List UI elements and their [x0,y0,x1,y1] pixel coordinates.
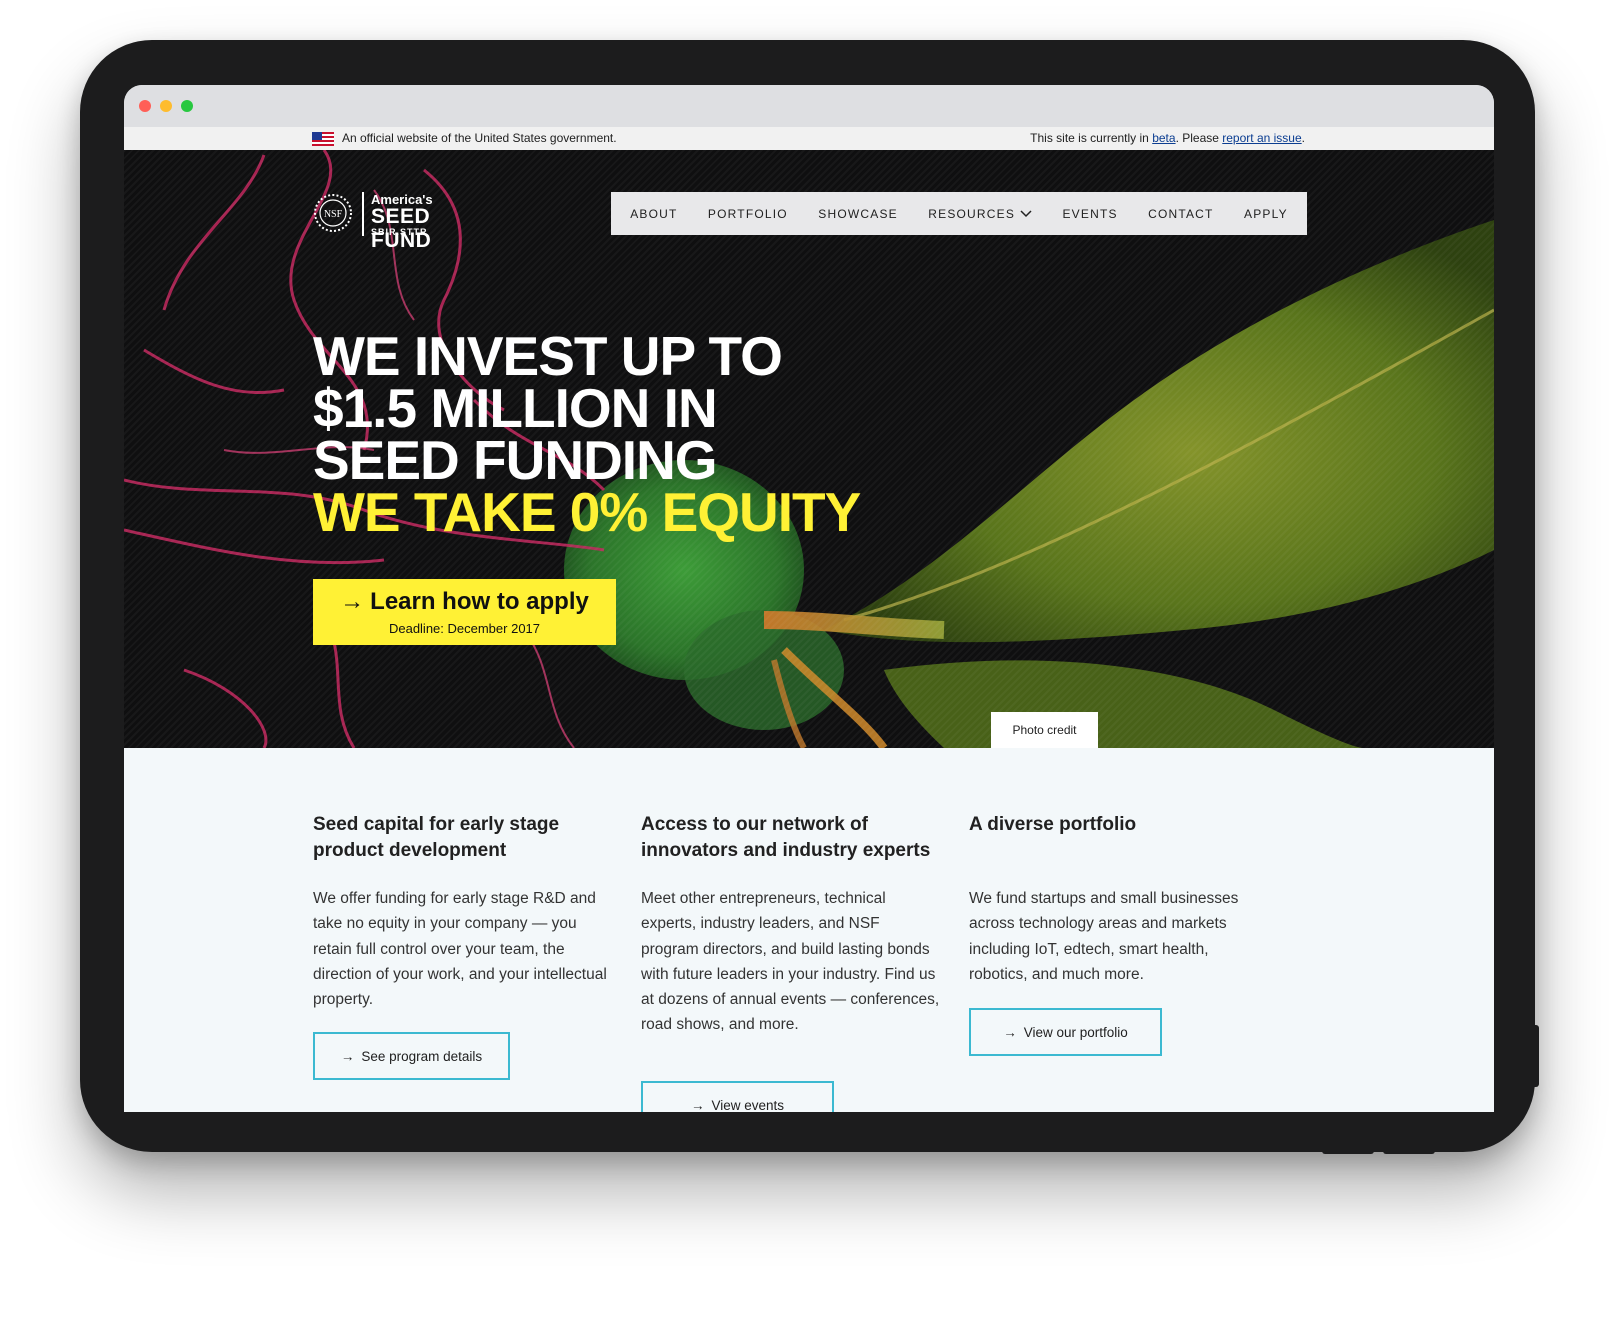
chevron-down-icon [1020,209,1032,217]
gov-banner: An official website of the United States… [124,127,1494,150]
beta-notice: This site is currently in beta. Please r… [1030,131,1305,145]
arrow-right-icon: → [690,1097,705,1113]
view-events-button[interactable]: → View events [641,1081,834,1112]
browser-screen: An official website of the United States… [124,85,1494,1112]
us-flag-icon [312,132,334,146]
nav-item-events[interactable]: EVENTS [1062,207,1117,221]
nav-label: ABOUT [630,206,678,221]
feature-title: Access to our network of innovators and … [641,814,931,861]
nav-label: RESOURCES [928,206,1016,221]
beta-prefix: This site is currently in [1030,131,1153,145]
see-program-details-button[interactable]: → See program details [313,1032,510,1080]
device-bottom-button [1383,1148,1435,1154]
feature-body: Meet other entrepreneurs, technical expe… [641,890,940,1034]
nav-label: EVENTS [1062,206,1118,221]
official-site-text: An official website of the United States… [342,131,617,145]
arrow-right-icon: → [340,1048,355,1064]
feature-title: Seed capital for early stage product dev… [313,814,560,861]
svg-text:NSF: NSF [324,209,343,220]
nav-item-portfolio[interactable]: PORTFOLIO [708,207,788,221]
nav-item-apply[interactable]: APPLY [1244,207,1288,221]
nav-item-about[interactable]: ABOUT [630,207,677,221]
headline-highlight: WE TAKE 0% EQUITY [313,481,861,543]
browser-chrome [124,85,1494,127]
arrow-right-icon: → [340,588,365,615]
device-bottom-button [1322,1148,1374,1154]
main-nav: ABOUT PORTFOLIO SHOWCASE RESOURCES EVENT… [611,192,1307,235]
maximize-window-button[interactable] [181,100,193,112]
nav-item-showcase[interactable]: SHOWCASE [818,207,898,221]
hero-headline: WE INVEST UP TO $1.5 MILLION IN SEED FUN… [313,325,861,543]
beta-middle: . Please [1175,131,1223,145]
nav-item-contact[interactable]: CONTACT [1148,207,1214,221]
nav-item-resources[interactable]: RESOURCES [928,207,1032,221]
photo-credit-button[interactable]: Photo credit [991,712,1098,748]
logo-divider [362,192,364,236]
button-label: View events [711,1097,785,1113]
feature-body: We fund startups and small businesses ac… [969,890,1239,983]
button-label: View our portfolio [1023,1024,1128,1040]
headline-line: WE INVEST UP TO [313,325,783,387]
beta-suffix: . [1301,131,1305,145]
device-side-button [1533,1025,1539,1087]
nav-label: PORTFOLIO [707,206,788,221]
site-logo[interactable]: NSF America's SEED FUND SBIR.STTR [313,192,488,252]
cta-deadline: Deadline: December 2017 [388,621,541,636]
headline-line: $1.5 MILLION IN [313,377,718,439]
cta-text: Learn how to apply [370,588,589,615]
cta-label: → Learn how to apply [313,588,616,616]
arrow-right-icon: → [1003,1024,1017,1040]
hero-section: NSF America's SEED FUND SBIR.STTR ABOUT … [124,150,1494,748]
headline-line: SEED FUNDING [313,429,718,491]
nav-label: CONTACT [1148,206,1214,221]
close-window-button[interactable] [139,100,151,112]
beta-link[interactable]: beta [1152,131,1175,145]
button-label: See program details [361,1048,483,1064]
nsf-seal-icon: NSF [314,194,352,232]
feature-body: We offer funding for early stage R&D and… [313,890,607,1009]
view-our-portfolio-button[interactable]: → View our portfolio [969,1008,1162,1056]
feature-title: A diverse portfolio [969,814,1137,835]
report-issue-link[interactable]: report an issue [1222,131,1301,145]
logo-line-3: SBIR.STTR [371,227,428,237]
learn-how-to-apply-button[interactable]: → Learn how to apply Deadline: December 2… [313,579,616,645]
nav-label: APPLY [1243,206,1288,221]
minimize-window-button[interactable] [160,100,172,112]
nav-label: SHOWCASE [818,206,898,221]
